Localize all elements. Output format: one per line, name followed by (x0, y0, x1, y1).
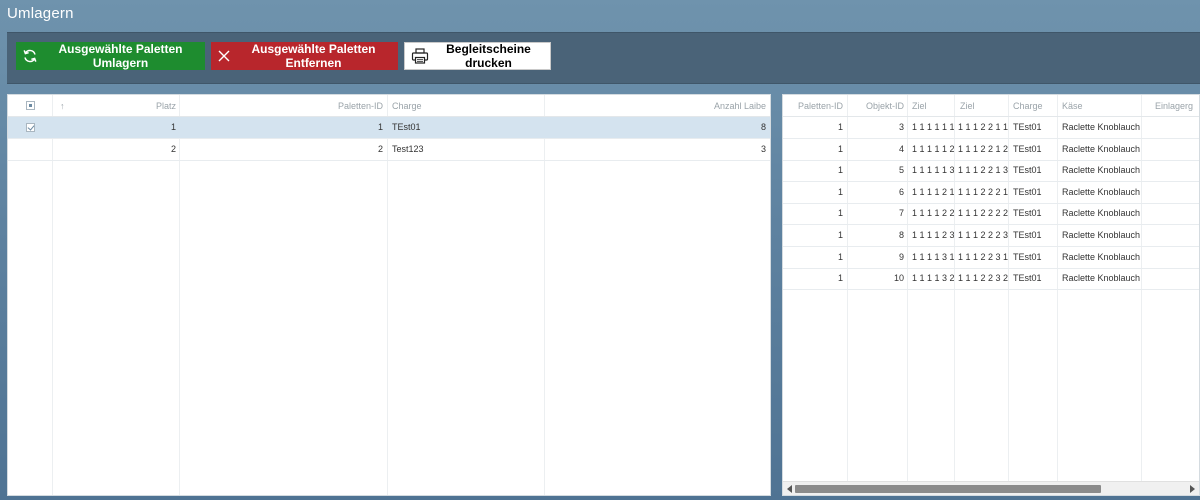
ziel-cell: 1 1 1 1 1 2 (912, 143, 954, 154)
table-row[interactable]: 1 7 1 1 1 1 2 2 1 1 1 2 2 2 2 TEst01 Raclette… (783, 203, 1199, 226)
table-row[interactable]: 1 8 1 1 1 1 2 3 1 1 1 2 2 2 3 TEst01 Raclette… (783, 225, 1199, 247)
page-title: Umlagern (7, 5, 74, 22)
table-row[interactable]: 1 4 1 1 1 1 1 2 1 1 1 2 2 1 2 TEst01 Raclette… (783, 139, 1199, 161)
charge-cell: TEst01 (392, 122, 421, 132)
objekt-id-cell: 10 (893, 273, 904, 284)
relocate-pallets-button[interactable]: Ausgewählte Paletten Umlagern (16, 42, 205, 70)
platz-cell: 1 (170, 122, 176, 132)
charge-column-header[interactable]: Charge (392, 95, 542, 117)
ziel-cell: 1 1 1 1 2 3 (912, 230, 954, 240)
scroll-right-icon[interactable] (1190, 485, 1195, 493)
charge-cell: TEst01 (1013, 143, 1042, 154)
table-row[interactable]: 1 3 1 1 1 1 1 1 1 1 1 2 2 1 1 TEst01 Raclette… (783, 117, 1199, 139)
table-row[interactable]: 1 5 1 1 1 1 1 3 1 1 1 2 2 1 3 TEst01 Raclette… (783, 160, 1199, 183)
ziel-2-cell: 1 1 1 2 2 2 1 (958, 186, 1008, 197)
anzahl-cell: 3 (760, 144, 766, 154)
objekt-id-column-header[interactable]: Objekt-ID (849, 95, 904, 117)
charge-cell: TEst01 (1013, 122, 1042, 132)
ziel-2-cell: 1 1 1 2 2 2 2 (958, 208, 1008, 219)
objects-grid: Paletten-ID Objekt-ID Ziel Ziel Charge K… (782, 94, 1200, 496)
table-row[interactable]: 2 2 Test123 3 (8, 139, 770, 161)
printer-icon (411, 48, 429, 64)
objekt-id-cell: 6 (898, 186, 904, 197)
objekt-id-cell: 4 (898, 143, 904, 154)
ziel-2-cell: 1 1 1 2 2 1 2 (958, 143, 1008, 154)
paletten-id-cell: 1 (837, 251, 843, 262)
objekt-id-cell: 5 (898, 165, 904, 176)
objects-grid-header: Paletten-ID Objekt-ID Ziel Ziel Charge K… (783, 95, 1199, 117)
print-slips-button[interactable]: Begleitscheine drucken (404, 42, 551, 70)
relocate-pallets-label: Ausgewählte Paletten Umlagern (58, 42, 183, 70)
objekt-id-cell: 8 (898, 230, 904, 240)
paletten-id-cell: 1 (377, 122, 383, 132)
ziel-cell: 1 1 1 1 3 2 (912, 273, 954, 284)
pallets-grid: ↑ Platz Paletten-ID Charge Anzahl Laibe … (7, 94, 771, 496)
objekt-id-cell: 9 (898, 251, 904, 262)
ziel-2-column-header[interactable]: Ziel (960, 95, 1005, 117)
charge-cell: TEst01 (1013, 273, 1042, 284)
ziel-cell: 1 1 1 1 1 1 (912, 122, 954, 132)
charge-cell: TEst01 (1013, 208, 1042, 219)
kaese-cell: Raclette Knoblauch (1062, 230, 1140, 240)
objekt-id-cell: 3 (898, 122, 904, 132)
charge-column-header[interactable]: Charge (1013, 95, 1055, 117)
remove-pallets-label: Ausgewählte Paletten Entfernen (251, 42, 376, 70)
charge-cell: TEst01 (1013, 251, 1042, 262)
charge-cell: TEst01 (1013, 165, 1042, 176)
paletten-id-cell: 1 (837, 208, 843, 219)
anzahl-cell: 8 (760, 122, 766, 132)
kaese-cell: Raclette Knoblauch (1062, 208, 1140, 219)
pallets-grid-header: ↑ Platz Paletten-ID Charge Anzahl Laibe (8, 95, 770, 117)
ziel-2-cell: 1 1 1 2 2 1 1 (958, 122, 1008, 132)
paletten-id-cell: 1 (837, 143, 843, 154)
paletten-id-column-header[interactable]: Paletten-ID (783, 95, 843, 117)
scrollbar-thumb[interactable] (795, 485, 1101, 493)
paletten-id-column-header[interactable]: Paletten-ID (183, 95, 383, 117)
table-row[interactable]: 161 1 1 1 2 11 1 1 2 2 2 1 TEst01 Raclette… (783, 182, 1199, 204)
toolbar: Ausgewählte Paletten Umlagern Ausgewählt… (7, 32, 1200, 84)
objekt-id-cell: 7 (898, 208, 904, 219)
ziel-column-header[interactable]: Ziel (912, 95, 952, 117)
charge-cell: Test123 (392, 144, 424, 154)
ziel-cell: 1 1 1 1 3 1 (912, 251, 954, 262)
row-checkbox[interactable] (26, 123, 35, 132)
platz-cell: 2 (170, 144, 176, 154)
kaese-cell: Raclette Knoblauch (1062, 143, 1140, 154)
paletten-id-cell: 1 (837, 122, 843, 132)
paletten-id-cell: 2 (377, 144, 383, 154)
table-row[interactable]: 1 10 1 1 1 1 3 2 1 1 1 2 2 3 2 TEst01 Raclett… (783, 268, 1199, 291)
remove-pallets-button[interactable]: Ausgewählte Paletten Entfernen (211, 42, 398, 70)
horizontal-scrollbar[interactable] (783, 481, 1199, 495)
kaese-cell: Raclette Knoblauch (1062, 165, 1140, 176)
print-slips-label: Begleitscheine drucken (446, 42, 531, 70)
paletten-id-cell: 1 (837, 230, 843, 240)
refresh-icon (23, 49, 37, 63)
ziel-cell: 1 1 1 1 2 2 (912, 208, 954, 219)
paletten-id-cell: 1 (837, 186, 843, 197)
select-all-checkbox[interactable] (26, 101, 35, 110)
ziel-2-cell: 1 1 1 2 2 3 2 (958, 273, 1008, 284)
paletten-id-cell: 1 (837, 273, 843, 284)
ziel-cell: 1 1 1 1 1 3 (912, 165, 954, 176)
platz-column-header[interactable]: Platz (58, 95, 176, 117)
charge-cell: TEst01 (1013, 230, 1042, 240)
ziel-2-cell: 1 1 1 2 2 3 1 (958, 251, 1008, 262)
kaese-column-header[interactable]: Käse (1062, 95, 1138, 117)
einlagerung-column-header[interactable]: Einlagerg (1155, 95, 1199, 117)
close-icon (218, 50, 230, 62)
kaese-cell: Raclette Knoblauch (1062, 186, 1140, 197)
charge-cell: TEst01 (1013, 186, 1042, 197)
kaese-cell: Raclette Knoblauch (1062, 251, 1140, 262)
table-row[interactable]: 1 9 1 1 1 1 3 1 1 1 1 2 2 3 1 TEst01 Raclette… (783, 247, 1199, 269)
kaese-cell: Raclette Knoblauch (1062, 122, 1140, 132)
ziel-2-cell: 1 1 1 2 2 1 3 (958, 165, 1008, 176)
ziel-2-cell: 1 1 1 2 2 2 3 (958, 230, 1008, 240)
ziel-cell: 1 1 1 1 2 1 (912, 186, 954, 197)
scroll-left-icon[interactable] (787, 485, 792, 493)
paletten-id-cell: 1 (837, 165, 843, 176)
kaese-cell: Raclette Knoblauch (1062, 273, 1140, 284)
table-row[interactable]: 1 1 TEst01 8 (8, 117, 770, 139)
anzahl-laibe-column-header[interactable]: Anzahl Laibe (548, 95, 766, 117)
